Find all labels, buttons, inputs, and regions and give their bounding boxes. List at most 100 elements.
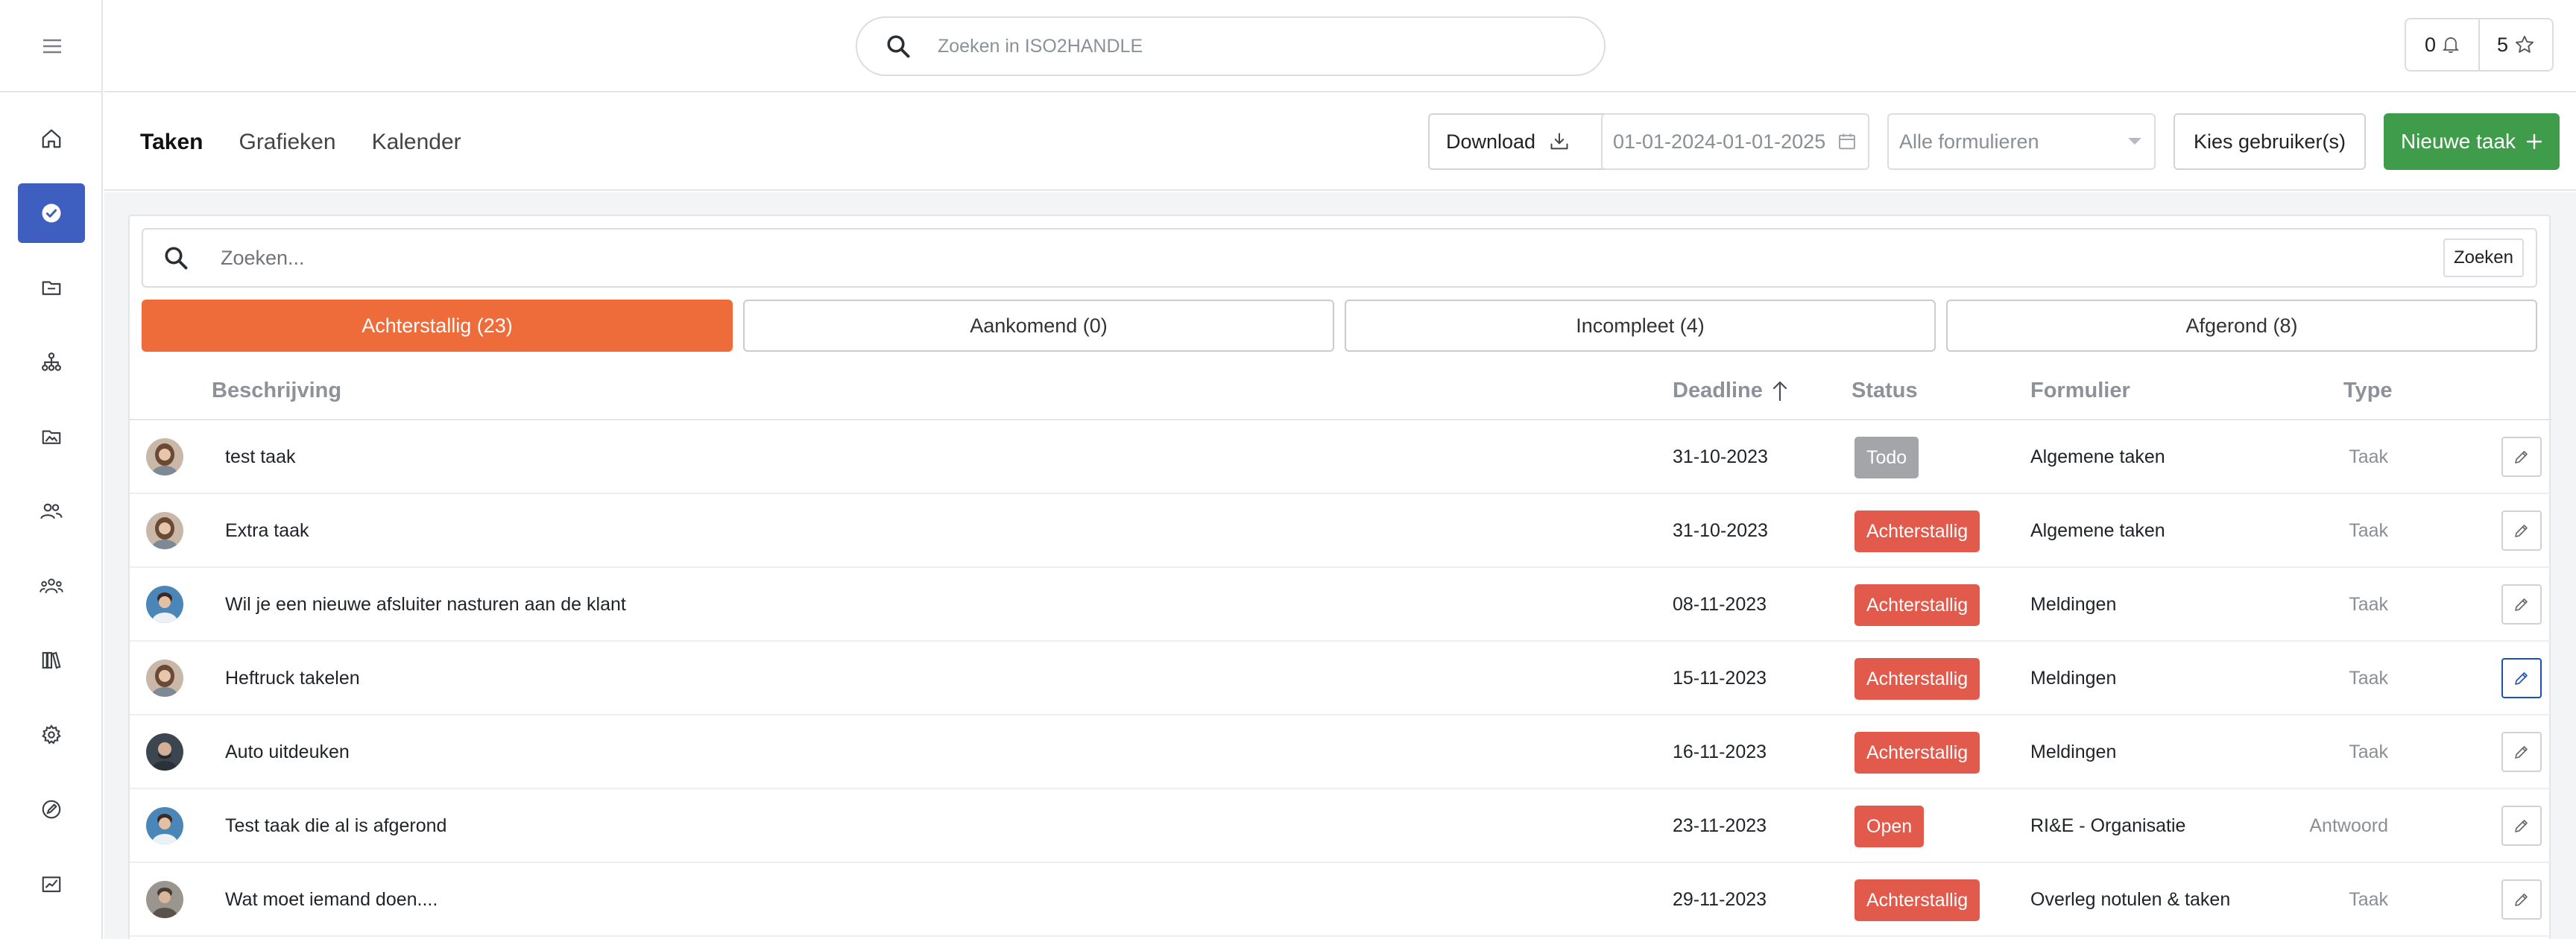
task-type: Taak bbox=[2349, 742, 2388, 762]
status-badge: Achterstallig bbox=[1854, 510, 1980, 552]
sidebar-item-settings[interactable] bbox=[18, 705, 85, 765]
table-row[interactable]: Auto uitdeuken 16-11-2023 Achterstallig … bbox=[130, 715, 2552, 789]
avatar bbox=[146, 660, 183, 697]
column-header-status[interactable]: Status bbox=[1852, 379, 1918, 403]
sidebar-item-teams[interactable] bbox=[18, 556, 85, 616]
column-header-deadline[interactable]: Deadline bbox=[1673, 379, 1788, 403]
table-row[interactable]: Wat moet iemand doen.... 29-11-2023 Acht… bbox=[130, 863, 2552, 937]
tab-taken[interactable]: Taken bbox=[140, 130, 203, 155]
status-badge: Achterstallig bbox=[1854, 732, 1980, 774]
column-deadline-label: Deadline bbox=[1673, 379, 1763, 402]
task-form: Meldingen bbox=[2030, 668, 2117, 689]
task-type: Taak bbox=[2349, 520, 2388, 541]
sidebar-item-media[interactable] bbox=[18, 407, 85, 467]
pencil-icon bbox=[2513, 743, 2531, 761]
column-description-label: Beschrijving bbox=[212, 379, 342, 402]
new-task-button[interactable]: Nieuwe taak bbox=[2384, 113, 2560, 170]
counters-group: 0 5 bbox=[2405, 18, 2554, 72]
avatar bbox=[146, 733, 183, 771]
edit-button[interactable] bbox=[2501, 510, 2542, 551]
pencil-icon bbox=[2513, 891, 2531, 908]
sidebar-item-library[interactable] bbox=[18, 630, 85, 690]
sidebar-item-tasks[interactable] bbox=[18, 183, 85, 243]
task-list-card: Zoeken... Zoeken Achterstallig (23) Aank… bbox=[128, 215, 2552, 939]
tab-kalender[interactable]: Kalender bbox=[372, 130, 461, 155]
favorites-button[interactable]: 5 bbox=[2478, 19, 2552, 70]
status-badge: Open bbox=[1854, 806, 1925, 847]
view-tabs: Taken Grafieken Kalender bbox=[140, 130, 461, 155]
global-search-input[interactable]: Zoeken in ISO2HANDLE bbox=[856, 16, 1606, 76]
avatar bbox=[146, 586, 183, 623]
analytics-icon bbox=[40, 873, 63, 895]
home-icon bbox=[40, 127, 63, 150]
task-description: test taak bbox=[225, 446, 296, 467]
image-folder-icon bbox=[40, 426, 63, 448]
edit-button[interactable] bbox=[2501, 732, 2542, 772]
menu-toggle-icon[interactable] bbox=[36, 33, 69, 60]
edit-button[interactable] bbox=[2501, 806, 2542, 846]
notifications-button[interactable]: 0 bbox=[2406, 19, 2478, 70]
table-row[interactable]: Heftruck takelen 15-11-2023 Achterstalli… bbox=[130, 642, 2552, 715]
filter-aankomend[interactable]: Aankomend (0) bbox=[743, 300, 1334, 352]
avatar bbox=[146, 807, 183, 844]
task-type: Taak bbox=[2349, 889, 2388, 910]
column-header-description[interactable]: Beschrijving bbox=[212, 379, 341, 403]
sidebar-item-documents[interactable] bbox=[18, 258, 85, 317]
favorites-count: 5 bbox=[2496, 33, 2509, 56]
calendar-icon bbox=[1837, 131, 1857, 152]
pencil-icon bbox=[2513, 522, 2531, 540]
filter-achterstallig[interactable]: Achterstallig (23) bbox=[142, 300, 733, 352]
download-icon bbox=[1549, 131, 1570, 152]
edit-pen-icon bbox=[40, 798, 63, 821]
table-header: Beschrijving Deadline Status Formulier T… bbox=[130, 362, 2552, 420]
column-form-label: Formulier bbox=[2030, 379, 2130, 402]
plus-icon bbox=[2526, 133, 2542, 150]
column-header-type[interactable]: Type bbox=[2343, 379, 2393, 403]
pencil-icon bbox=[2513, 817, 2531, 835]
new-task-label: Nieuwe taak bbox=[2400, 130, 2516, 153]
sidebar-item-reports[interactable] bbox=[18, 854, 85, 914]
edit-button[interactable] bbox=[2501, 658, 2542, 698]
edit-button[interactable] bbox=[2501, 584, 2542, 625]
task-type: Taak bbox=[2349, 594, 2388, 615]
status-badge: Achterstallig bbox=[1854, 658, 1980, 700]
column-type-label: Type bbox=[2343, 379, 2393, 402]
table-row[interactable]: Test taak die al is afgerond 23-11-2023 … bbox=[130, 789, 2552, 863]
column-status-label: Status bbox=[1852, 379, 1918, 402]
edit-button[interactable] bbox=[2501, 879, 2542, 920]
filter-incompleet[interactable]: Incompleet (4) bbox=[1345, 300, 1936, 352]
forms-select-value: Alle formulieren bbox=[1899, 130, 2039, 153]
notifications-count: 0 bbox=[2424, 33, 2437, 56]
forms-select[interactable]: Alle formulieren bbox=[1887, 113, 2156, 170]
task-form: Algemene taken bbox=[2030, 520, 2165, 541]
task-description: Auto uitdeuken bbox=[225, 742, 350, 762]
table-row[interactable]: test taak 31-10-2023 Todo Algemene taken… bbox=[130, 420, 2552, 494]
choose-user-button[interactable]: Kies gebruiker(s) bbox=[2174, 113, 2366, 170]
task-description: Wil je een nieuwe afsluiter nasturen aan… bbox=[225, 594, 626, 615]
sort-ascending-icon bbox=[1772, 380, 1788, 402]
sidebar-item-users[interactable] bbox=[18, 481, 85, 541]
folder-icon bbox=[40, 276, 63, 299]
sidebar-item-organisation[interactable] bbox=[18, 332, 85, 392]
sidebar-item-audits[interactable] bbox=[18, 780, 85, 839]
page-header: Taken Grafieken Kalender Download 01-01-… bbox=[104, 94, 2576, 191]
sidebar-item-home[interactable] bbox=[18, 109, 85, 168]
task-deadline: 16-11-2023 bbox=[1673, 742, 1767, 762]
filter-afgerond[interactable]: Afgerond (8) bbox=[1946, 300, 2537, 352]
status-badge: Todo bbox=[1854, 437, 1919, 478]
table-row[interactable]: Extra taak 31-10-2023 Achterstallig Alge… bbox=[130, 494, 2552, 568]
edit-button[interactable] bbox=[2501, 437, 2542, 477]
users-icon bbox=[40, 500, 63, 522]
task-form: Overleg notulen & taken bbox=[2030, 889, 2231, 910]
avatar bbox=[146, 438, 183, 475]
sidebar-divider bbox=[0, 91, 103, 92]
column-header-form[interactable]: Formulier bbox=[2030, 379, 2130, 403]
search-icon bbox=[880, 28, 917, 65]
task-description: Extra taak bbox=[225, 520, 309, 541]
download-button[interactable]: Download bbox=[1428, 113, 1629, 170]
table-row[interactable]: Wil je een nieuwe afsluiter nasturen aan… bbox=[130, 568, 2552, 642]
task-search-input[interactable]: Zoeken... Zoeken bbox=[142, 228, 2537, 288]
tab-grafieken[interactable]: Grafieken bbox=[239, 130, 335, 155]
date-range-field[interactable]: 01-01-2024-01-01-2025 bbox=[1601, 113, 1869, 170]
search-submit-button[interactable]: Zoeken bbox=[2443, 238, 2524, 277]
